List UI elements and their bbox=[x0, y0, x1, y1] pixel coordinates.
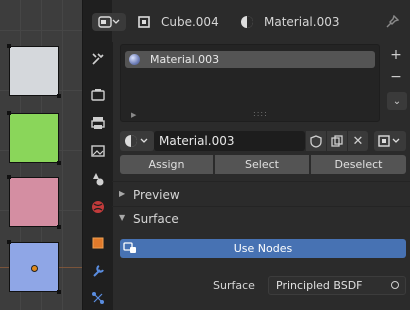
material-sphere-icon bbox=[239, 14, 255, 30]
duplicate-material-button[interactable] bbox=[327, 131, 347, 151]
object-data-icon bbox=[136, 14, 152, 30]
chevron-right-icon: ▶ bbox=[119, 189, 126, 198]
surface-shader-field[interactable]: Principled BSDF bbox=[268, 276, 406, 295]
wrench-icon bbox=[93, 265, 104, 277]
surface-shader-value: Principled BSDF bbox=[276, 279, 363, 292]
select-button[interactable]: Select bbox=[215, 155, 309, 174]
duplicate-icon bbox=[331, 135, 343, 147]
browse-material-button[interactable] bbox=[120, 131, 154, 151]
properties-header: Cube.004 Material.003 bbox=[92, 0, 410, 42]
tab-object[interactable] bbox=[87, 232, 109, 254]
link-object-icon bbox=[378, 135, 400, 147]
cube-swatch-white[interactable] bbox=[7, 44, 61, 98]
node-tree-icon bbox=[123, 241, 137, 258]
surface-panel-header[interactable]: ▼ Surface bbox=[112, 208, 410, 230]
object-square-icon bbox=[92, 237, 104, 249]
preview-panel-header[interactable]: ▶ Preview bbox=[112, 184, 410, 206]
tab-scene[interactable] bbox=[87, 168, 109, 190]
pin-icon[interactable] bbox=[384, 14, 400, 30]
tab-modifiers[interactable] bbox=[87, 260, 109, 282]
material-slot-list[interactable]: Material.003 ▶ :::: bbox=[120, 44, 380, 122]
tab-tool[interactable] bbox=[87, 48, 109, 70]
deselect-button[interactable]: Deselect bbox=[311, 155, 406, 174]
use-nodes-button[interactable]: Use Nodes bbox=[120, 239, 406, 258]
image-icon bbox=[91, 145, 105, 157]
shield-icon bbox=[310, 134, 322, 148]
socket-circle-icon bbox=[391, 281, 399, 289]
slot-specials-chevron-icon[interactable]: ⌄ bbox=[387, 92, 407, 110]
list-expand-icon[interactable]: ▶ bbox=[131, 111, 136, 119]
material-name-field[interactable]: Material.003 bbox=[154, 131, 305, 151]
cube-swatch-pink[interactable] bbox=[7, 175, 61, 229]
scene-icon bbox=[93, 173, 104, 186]
link-type-dropdown[interactable] bbox=[374, 131, 406, 151]
remove-slot-button[interactable]: − bbox=[386, 68, 406, 86]
close-icon: ✕ bbox=[352, 133, 364, 149]
material-slot-item[interactable]: Material.003 bbox=[125, 51, 375, 68]
header-material-name: Material.003 bbox=[264, 15, 340, 29]
preview-panel-title: Preview bbox=[133, 188, 180, 202]
panel-divider bbox=[112, 206, 410, 207]
material-slot-label: Material.003 bbox=[150, 53, 220, 66]
add-slot-button[interactable]: + bbox=[386, 46, 406, 64]
panel-divider bbox=[112, 181, 410, 182]
tab-output[interactable] bbox=[87, 112, 109, 134]
cube-swatch-green[interactable] bbox=[7, 111, 61, 165]
chevron-down-icon: ▼ bbox=[119, 213, 126, 222]
3d-viewport[interactable] bbox=[0, 0, 82, 310]
unlink-material-button[interactable]: ✕ bbox=[348, 131, 368, 151]
properties-tab-column bbox=[82, 0, 113, 310]
printer-icon bbox=[91, 117, 105, 129]
properties-editor-icon bbox=[98, 16, 120, 28]
surface-field-label: Surface bbox=[213, 279, 255, 292]
material-browse-icon bbox=[125, 135, 148, 147]
tab-render[interactable] bbox=[87, 84, 109, 106]
editor-type-button[interactable] bbox=[92, 13, 126, 31]
world-globe-icon bbox=[92, 201, 104, 213]
tab-particles[interactable] bbox=[87, 287, 109, 309]
assign-button[interactable]: Assign bbox=[120, 155, 213, 174]
particles-icon bbox=[92, 292, 104, 304]
list-resize-handle[interactable]: :::: bbox=[253, 109, 268, 118]
object-origin-dot bbox=[31, 265, 38, 272]
material-preview-icon bbox=[129, 54, 140, 65]
surface-panel-title: Surface bbox=[133, 212, 179, 226]
fake-user-button[interactable] bbox=[306, 131, 326, 151]
tool-icon bbox=[92, 53, 104, 65]
tab-view-layer[interactable] bbox=[87, 140, 109, 162]
tab-world[interactable] bbox=[87, 196, 109, 218]
render-camera-icon bbox=[91, 89, 105, 101]
object-name: Cube.004 bbox=[161, 15, 219, 29]
use-nodes-label: Use Nodes bbox=[233, 242, 293, 255]
